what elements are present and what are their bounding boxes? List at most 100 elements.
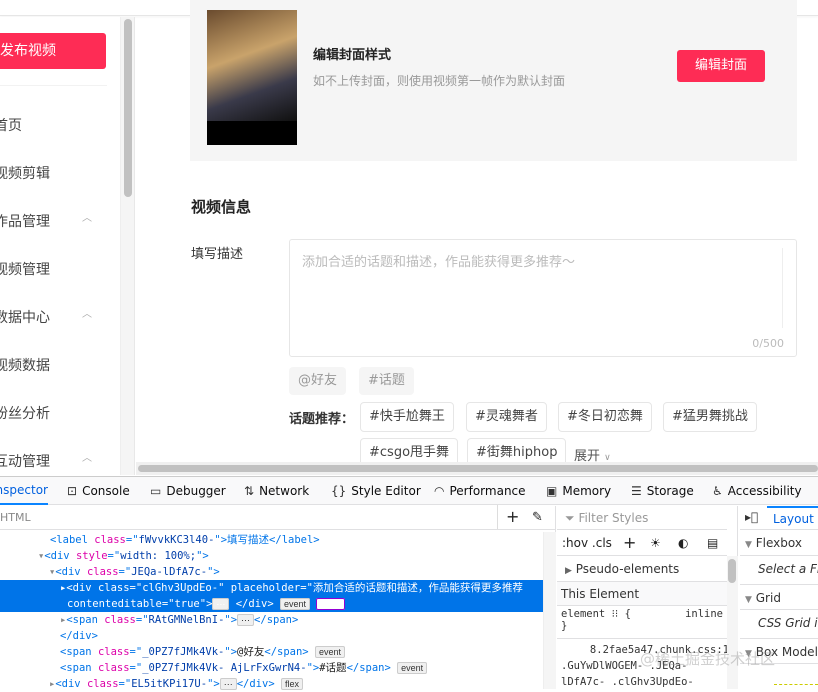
scrollbar-thumb[interactable] [138,465,818,472]
tree-node[interactable]: <label class="fWvvkKC3l40-">填写描述</label> [0,532,543,548]
sidebar-item[interactable]: 粉丝分析 [0,403,104,423]
tab-label: Inspector [0,483,48,497]
filter-placeholder: Filter Styles [578,511,649,525]
tab-debugger[interactable]: ▭ Debugger [150,477,226,505]
tree-node[interactable]: </div> [0,628,543,644]
tree-node[interactable]: ▾<div class="JEQa-lDfA7c-"> [0,564,543,580]
layout-tabbar: ▸⃞ Layout [740,506,818,530]
flexbox-hint: Select a Fl [758,562,818,576]
tab-layout[interactable]: Layout [767,506,818,530]
search-placeholder: HTML [0,511,31,524]
tab-label: Storage [646,484,694,498]
devtools-toolbar: Inspector ⊡ Console ▭ Debugger ⇅ Network {}… [0,476,818,505]
sidebar-item[interactable]: 首页 [0,115,104,135]
tree-node[interactable]: ▾<div style="width: 100%;"> [0,548,543,564]
element-rule[interactable]: element ⁝⁝ {inline} [557,606,727,639]
html-pane-scrollbar[interactable] [543,532,556,689]
sidebar-item-label: 视频数据 [0,358,50,374]
tab-label: Performance [449,484,526,498]
event-badge[interactable]: event [314,646,345,658]
add-node-icon[interactable]: + [497,505,519,529]
sidebar-item-label: 视频管理 [0,262,50,278]
description-input[interactable]: 添加合适的话题和描述，作品能获得更多推荐～ 0/500 [289,239,797,357]
sidebar-item-label: 首页 [0,118,22,134]
cover-hint: 如不上传封面，则使用视频第一帧作为默认封面 [313,74,566,88]
tab-storage[interactable]: ☰ Storage [631,477,694,505]
grid-hint: CSS Grid i [758,616,818,630]
tab-console[interactable]: ⊡ Console [67,477,130,505]
topic-recommend-label: 话题推荐： [289,412,355,427]
eyedropper-icon[interactable]: ✎ [532,506,543,530]
tab-label: Style Editor [351,484,421,498]
description-placeholder: 添加合适的话题和描述，作品能获得更多推荐～ [302,255,576,270]
event-badge[interactable]: event [280,598,311,610]
print-media-icon[interactable]: ▤ [707,530,718,556]
cover-title: 编辑封面样式 [313,48,392,63]
chevron-up-icon: ︿ [82,453,92,464]
sidebar: 发布视频 首页 视频剪辑 作品管理 ︿ 视频管理 数据中心 ︿ 视频数据 粉丝分析 互动管理 ︿ [0,17,121,475]
flexbox-section[interactable]: ▼ Flexbox [740,530,818,556]
this-element-heading: This Element [557,582,727,606]
add-topic-button[interactable]: #话题 [359,367,414,395]
sidebar-toggle-icon[interactable]: ▸⃞ [745,510,758,524]
dark-mode-icon[interactable]: ◐ [678,530,688,556]
tree-node[interactable]: ▸<span class="RAtGMNelBnI-"> ⋯ </span> [0,612,543,628]
divider [0,85,107,86]
sidebar-item[interactable]: 互动管理 ︿ [0,451,104,471]
html-search-input[interactable]: HTML + ✎ [0,505,556,530]
mention-friend-button[interactable]: @好友 [289,367,347,395]
publish-video-button[interactable]: 发布视频 [0,33,106,69]
sidebar-item[interactable]: 视频数据 [0,355,104,375]
storage-icon: ☰ [631,484,642,498]
sidebar-item-label: 粉丝分析 [0,406,50,422]
selected-tree-node[interactable]: ▸<div class="clGhv3UpdEo-" placeholder="… [0,580,543,596]
add-rule-icon[interactable]: + [623,530,636,556]
styles-scrollbar[interactable] [727,556,738,689]
flex-badge[interactable]: flex [280,678,303,690]
sidebar-item[interactable]: 数据中心 ︿ [0,307,104,327]
sidebar-item[interactable]: 视频剪辑 [0,163,104,183]
hov-toggle[interactable]: :hov [562,536,588,550]
chevron-up-icon: ︿ [82,309,92,320]
sidebar-item[interactable]: 视频管理 [0,259,104,279]
light-mode-icon[interactable]: ☀ [650,530,661,556]
tab-network[interactable]: ⇅ Network [244,477,309,505]
scrollbar-thumb[interactable] [124,19,132,197]
tab-performance[interactable]: ◠ Performance [434,477,526,505]
tab-accessibility[interactable]: ♿ Accessibility [712,477,802,505]
tab-style-editor[interactable]: {} Style Editor [331,477,421,505]
pseudo-elements-toggle[interactable]: ▶ Pseudo-elements [557,556,727,582]
sidebar-item-label: 视频剪辑 [0,166,50,182]
topic-tag[interactable]: #灵魂舞者 [466,402,547,432]
description-label: 填写描述 [191,247,244,262]
braces-icon: {} [331,484,347,498]
edit-cover-button[interactable]: 编辑封面 [677,50,765,82]
section-heading: 视频信息 [191,198,252,216]
topic-tag[interactable]: #快手尬舞王 [360,402,454,432]
sidebar-item[interactable]: 作品管理 ︿ [0,211,104,231]
char-counter: 0/500 [752,337,784,350]
sidebar-item-label: 作品管理 [0,214,50,230]
description-scrollbar[interactable] [782,248,792,328]
tree-node[interactable]: <span class="_0PZ7fJMk4Vk- AjLrFxGwrN4-"… [0,660,543,676]
event-badge[interactable]: event [397,662,428,674]
scroll-badge[interactable]: scroll [316,598,346,610]
accessibility-icon: ♿ [712,484,723,498]
tab-inspector[interactable]: Inspector [0,477,48,505]
grid-section[interactable]: ▼ Grid [740,584,818,610]
tab-label: Debugger [166,484,226,498]
gauge-icon: ◠ [434,484,445,498]
topic-tag[interactable]: #猛男舞挑战 [663,402,757,432]
tab-label: Accessibility [727,484,802,498]
tree-node[interactable]: ▸<div class="EL5itKPi17U-"> ⋯ </div> flex [0,676,543,692]
tree-node[interactable]: <span class="_0PZ7fJMk4Vk-">@好友</span> e… [0,644,543,660]
cls-toggle[interactable]: .cls [592,536,612,550]
sidebar-item-label: 数据中心 [0,310,50,326]
topic-tag[interactable]: #冬日初恋舞 [558,402,652,432]
cover-thumbnail [207,10,297,145]
tab-label: Memory [562,484,612,498]
tab-memory[interactable]: ▣ Memory [546,477,611,505]
filter-styles-input[interactable]: ⏷ Filter Styles [557,506,727,530]
box-model-outline [774,684,818,685]
selected-tree-node[interactable]: contenteditable="true"> ⋯ </div> event sc… [0,596,543,612]
